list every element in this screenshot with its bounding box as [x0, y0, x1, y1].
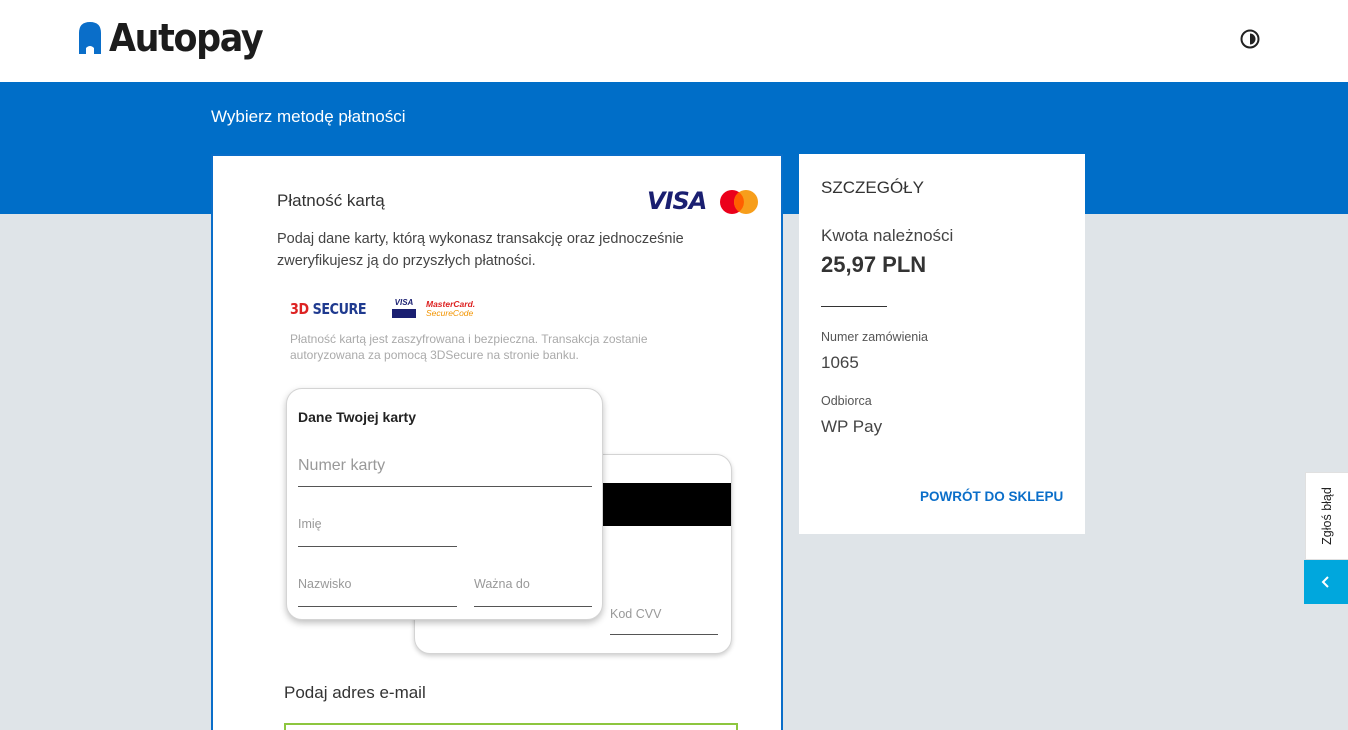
card-details-title: Dane Twojej karty	[298, 409, 417, 425]
page-title: Wybierz metodę płatności	[211, 107, 406, 126]
top-bar: Autopay	[0, 0, 1348, 82]
expiry-date-input[interactable]: Ważna do	[474, 577, 592, 607]
verified-by-visa-badge: VISA	[392, 298, 416, 320]
card-payment-panel: Płatność kartą VISA Podaj dane karty, kt…	[211, 154, 783, 730]
amount-label: Kwota należności	[821, 226, 954, 245]
email-section-title: Podaj adres e-mail	[284, 683, 426, 702]
mastercard-securecode-badge: MasterCard. SecureCode	[426, 299, 476, 318]
details-title: SZCZEGÓŁY	[821, 178, 924, 197]
collapse-button[interactable]	[1304, 560, 1348, 604]
divider	[821, 306, 887, 307]
amount-value: 25,97 PLN	[821, 252, 927, 277]
brand-name: Autopay	[109, 16, 264, 60]
back-to-shop-link[interactable]: POWRÓT DO SKLEPU	[920, 489, 1063, 504]
visa-logo: VISA	[647, 187, 707, 215]
autopay-logo[interactable]: Autopay	[79, 16, 276, 60]
card-front: Dane Twojej karty Numer karty Imię Nazwi…	[286, 388, 603, 620]
recipient-value: WP Pay	[821, 417, 883, 436]
payment-method-title: Płatność kartą	[277, 191, 385, 210]
security-badges: 3D SECURE VISA MasterCard. SecureCode	[290, 296, 475, 322]
order-number-value: 1065	[821, 353, 859, 372]
cvv-input[interactable]: Kod CVV	[610, 605, 718, 635]
mastercard-icon	[720, 190, 758, 214]
report-error-label: Zgłoś błąd	[1320, 487, 1334, 545]
3d-secure-badge: 3D SECURE	[290, 300, 367, 318]
first-name-input[interactable]: Imię	[298, 517, 457, 547]
last-name-input[interactable]: Nazwisko	[298, 577, 457, 607]
card-number-input[interactable]: Numer karty	[298, 457, 592, 487]
payment-description: Podaj dane karty, którą wykonasz transak…	[277, 231, 684, 269]
order-details-panel: SZCZEGÓŁY Kwota należności 25,97 PLN Num…	[799, 154, 1085, 534]
recipient-label: Odbiorca	[821, 394, 872, 408]
email-input[interactable]	[284, 723, 738, 730]
contrast-icon[interactable]	[1240, 29, 1260, 49]
report-error-tab[interactable]: Zgłoś błąd	[1305, 472, 1348, 560]
chevron-left-icon	[1321, 576, 1329, 588]
order-number-label: Numer zamówienia	[821, 330, 928, 344]
autopay-logo-icon	[79, 22, 101, 54]
security-note: Płatność kartą jest zaszyfrowana i bezpi…	[290, 332, 648, 362]
